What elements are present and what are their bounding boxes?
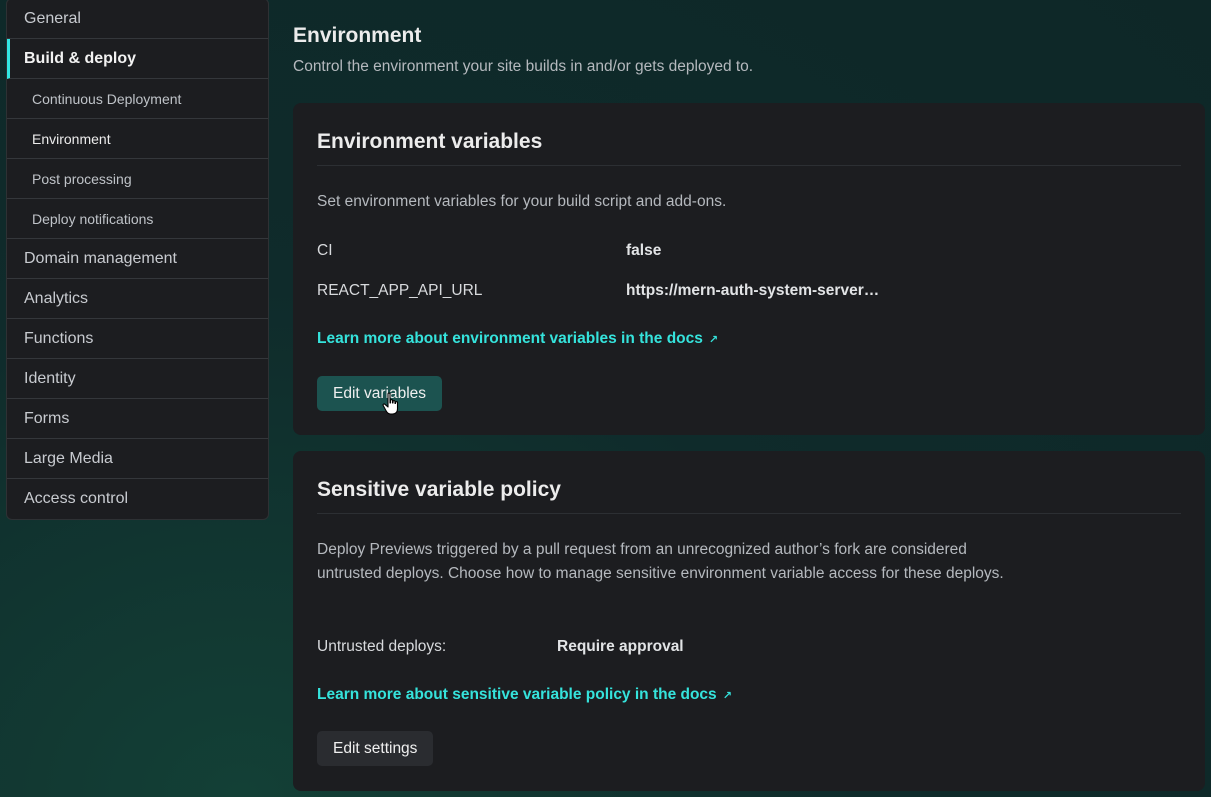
sidebar-item-large-media[interactable]: Large Media	[7, 439, 268, 479]
env-var-key: CI	[317, 242, 333, 259]
divider	[317, 165, 1181, 166]
sidebar-item-analytics[interactable]: Analytics	[7, 279, 268, 319]
page-title: Environment	[293, 24, 422, 47]
sidebar-subitem-post-processing[interactable]: Post processing	[7, 159, 268, 199]
sensitive-policy-docs-link-label[interactable]: Learn more about sensitive variable poli…	[317, 686, 717, 703]
sidebar-item-access-control[interactable]: Access control	[7, 479, 268, 519]
sidebar-item-forms[interactable]: Forms	[7, 399, 268, 439]
sensitive-policy-description: Deploy Previews triggered by a pull requ…	[317, 541, 1004, 582]
external-link-icon: ↗	[722, 690, 732, 702]
env-vars-docs-link-label[interactable]: Learn more about environment variables i…	[317, 330, 703, 347]
sidebar-subitem-environment[interactable]: Environment	[7, 119, 268, 159]
sidebar-item-domain-management[interactable]: Domain management	[7, 239, 268, 279]
sidebar-item-general[interactable]: General	[7, 0, 268, 39]
settings-sidebar: General Build & deploy Continuous Deploy…	[6, 0, 269, 520]
env-var-value: false	[626, 242, 662, 259]
divider	[317, 513, 1181, 514]
app-page: General Build & deploy Continuous Deploy…	[0, 0, 1211, 797]
env-vars-docs-link[interactable]: Learn more about environment variables i…	[317, 330, 718, 348]
external-link-icon: ↗	[708, 334, 719, 346]
page-subtitle: Control the environment your site builds…	[293, 58, 754, 75]
env-var-key: REACT_APP_API_URL	[317, 282, 483, 299]
untrusted-deploys-label: Untrusted deploys:	[317, 638, 447, 655]
environment-variables-heading: Environment variables	[317, 130, 543, 153]
sensitive-variable-policy-card: Sensitive variable policy Deploy Preview…	[293, 451, 1205, 791]
sensitive-variable-policy-heading: Sensitive variable policy	[317, 478, 561, 501]
sidebar-item-identity[interactable]: Identity	[7, 359, 268, 399]
sidebar-item-build-deploy[interactable]: Build & deploy	[7, 39, 268, 79]
sensitive-policy-docs-link[interactable]: Learn more about sensitive variable poli…	[317, 686, 732, 704]
environment-variables-card: Environment variables Set environment va…	[293, 103, 1205, 435]
edit-variables-button[interactable]: Edit variables	[317, 376, 443, 411]
environment-variables-description: Set environment variables for your build…	[317, 193, 727, 210]
sidebar-subitem-continuous-deployment[interactable]: Continuous Deployment	[7, 79, 268, 119]
sidebar-item-functions[interactable]: Functions	[7, 319, 268, 359]
hand-pointer-cursor-icon	[382, 392, 399, 415]
env-var-value: https://mern-auth-system-server…	[626, 282, 880, 299]
edit-settings-button[interactable]: Edit settings	[317, 731, 434, 766]
sidebar-subitem-deploy-notifications[interactable]: Deploy notifications	[7, 199, 268, 239]
untrusted-deploys-value: Require approval	[557, 638, 684, 655]
